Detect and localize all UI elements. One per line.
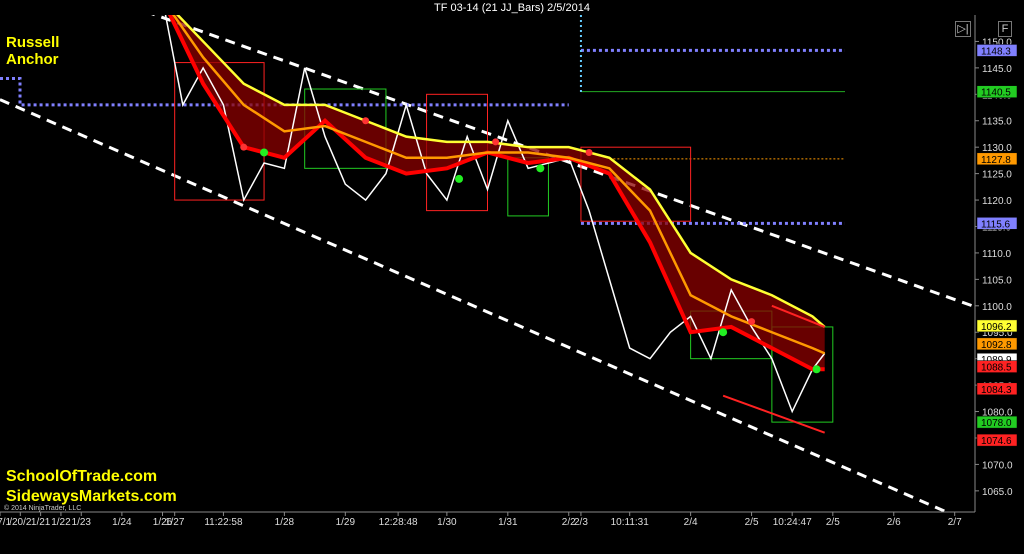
- trend-line-lower: [722, 394, 826, 434]
- copyright-text: © 2014 NinjaTrader, LLC: [4, 505, 82, 512]
- level-label-2: 1127.8: [981, 155, 1011, 166]
- y-tick-label-0: 1065.0: [982, 487, 1013, 498]
- level-label-9: 1078.0: [981, 418, 1012, 429]
- x-tick-label-7: 1/27: [165, 517, 185, 528]
- x-tick-label-12: 1/30: [437, 517, 457, 528]
- level-label-7: 1088.5: [981, 363, 1012, 374]
- signal-dot-green-3: [719, 328, 728, 337]
- x-tick-label-1: /20/2: [9, 517, 32, 528]
- x-tick-label-2: 1/21: [31, 517, 51, 528]
- y-tick-label-14: 1135.0: [982, 117, 1012, 128]
- x-tick-label-18: 2/5: [745, 517, 759, 528]
- x-tick-label-20: 2/5: [826, 517, 840, 528]
- signal-dot-green-0: [260, 148, 269, 157]
- level-label-4: 1096.2: [981, 322, 1012, 333]
- channel-lower-line: [0, 98, 948, 512]
- plot-area: [0, 15, 975, 512]
- x-tick-label-9: 1/28: [275, 517, 295, 528]
- x-tick-label-10: 1/29: [336, 517, 356, 528]
- signal-dot-green-2: [536, 164, 545, 173]
- x-tick-label-3: 1/22: [51, 517, 71, 528]
- instrument-label-line2: Anchor: [6, 51, 59, 68]
- y-tick-label-13: 1130.0: [982, 143, 1012, 154]
- instrument-label-line1: Russell: [6, 34, 60, 51]
- signal-dot-red-4: [748, 318, 756, 326]
- watermark-sidewaysmarkets: SidewaysMarkets.com: [6, 488, 177, 505]
- x-tick-label-17: 2/4: [684, 517, 698, 528]
- y-tick-label-12: 1125.0: [982, 170, 1012, 181]
- x-tick-label-8: 11:22:58: [204, 517, 243, 528]
- y-tick-label-1: 1070.0: [982, 460, 1013, 471]
- signal-dot-red-2: [492, 138, 500, 146]
- level-label-5: 1092.8: [981, 340, 1012, 351]
- watermark-schooloftrade: SchoolOfTrade.com: [6, 468, 158, 485]
- y-tick-label-8: 1105.0: [982, 275, 1012, 286]
- y-tick-label-11: 1120.0: [982, 196, 1012, 207]
- level-label-10: 1074.6: [981, 436, 1012, 447]
- signal-dot-green-1: [455, 174, 464, 183]
- x-tick-label-5: 1/24: [112, 517, 132, 528]
- signal-dot-green-4: [812, 365, 821, 374]
- x-tick-label-4: 1/23: [72, 517, 92, 528]
- x-tick-label-13: 1/31: [498, 517, 518, 528]
- x-tick-label-19: 10:24:47: [773, 517, 812, 528]
- level-label-8: 1084.3: [981, 385, 1012, 396]
- signal-dot-red-3: [585, 148, 593, 156]
- level-label-0: 1148.3: [981, 46, 1011, 57]
- x-tick-label-22: 2/7: [948, 517, 962, 528]
- level-label-3: 1115.6: [981, 219, 1011, 230]
- y-tick-label-16: 1145.0: [982, 64, 1012, 75]
- level-label-1: 1140.5: [981, 88, 1011, 99]
- x-tick-label-16: 10:11:31: [611, 517, 650, 528]
- signal-dot-red-1: [362, 117, 370, 125]
- y-tick-label-7: 1100.0: [982, 302, 1012, 313]
- x-tick-label-11: 12:28:48: [379, 517, 418, 528]
- left-blue-level: [0, 76, 569, 107]
- price-line: [164, 15, 826, 414]
- x-tick-label-15: 2/3: [574, 517, 588, 528]
- signal-dot-red-0: [240, 143, 248, 151]
- x-tick-label-21: 2/6: [887, 517, 901, 528]
- y-tick-label-9: 1110.0: [982, 249, 1012, 260]
